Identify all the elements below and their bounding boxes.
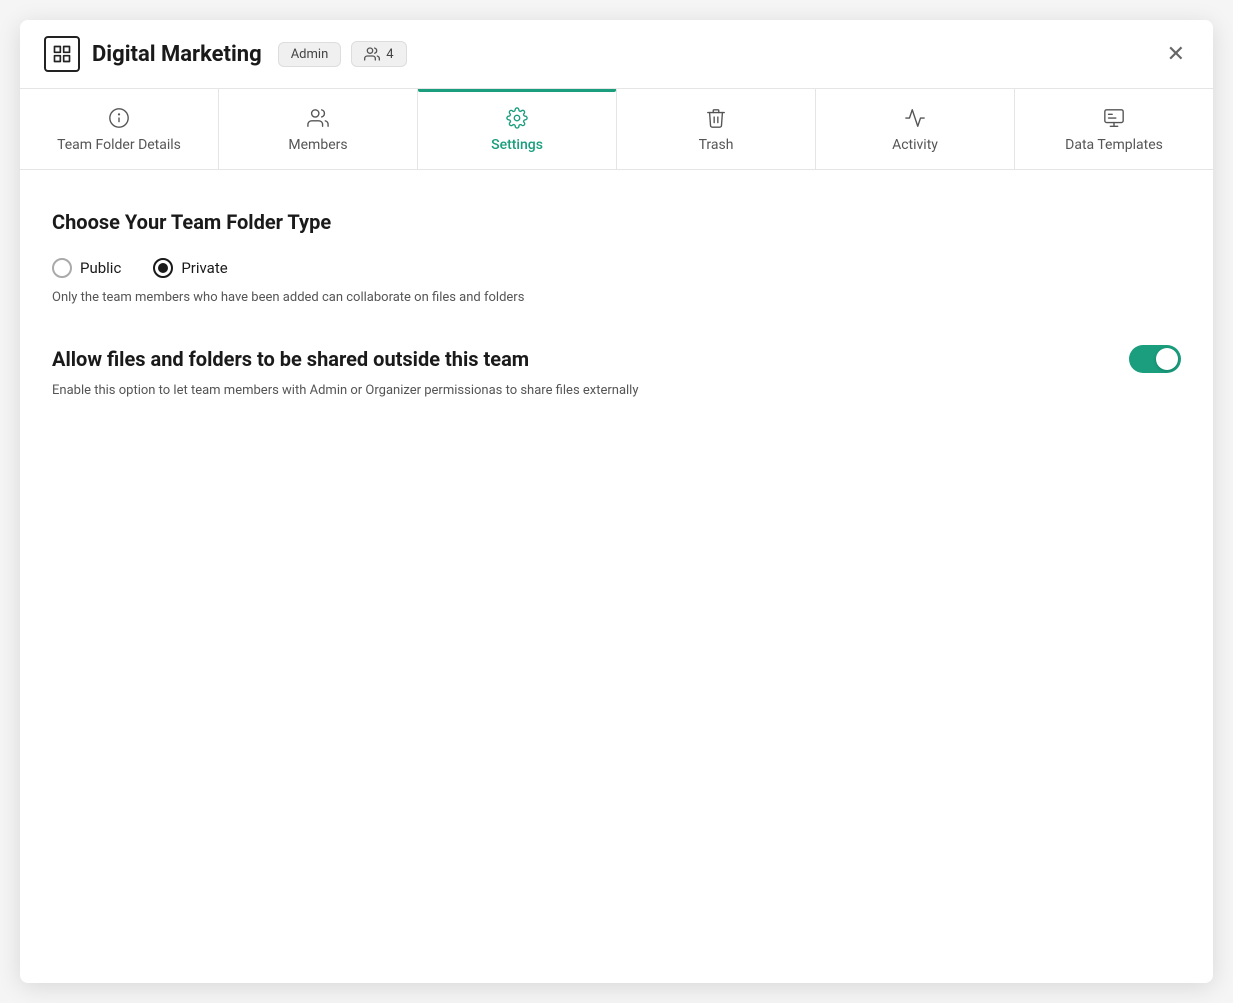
members-icon [364,46,380,62]
sharing-desc: Enable this option to let team members w… [52,383,1181,398]
tab-members-label: Members [288,137,347,153]
modal: Digital Marketing Admin 4 ✕ Team Folder … [20,20,1213,983]
tab-activity[interactable]: Activity [816,89,1015,169]
radio-public-label: Public [80,259,121,277]
tab-team-folder-details-label: Team Folder Details [57,137,181,153]
folder-type-desc: Only the team members who have been adde… [52,290,1181,305]
tab-data-templates-label: Data Templates [1065,137,1163,153]
sharing-title: Allow files and folders to be shared out… [52,347,529,371]
settings-icon [506,107,528,129]
radio-private-dot [158,263,168,273]
sharing-section: Allow files and folders to be shared out… [52,345,1181,398]
tab-settings-label: Settings [491,137,543,153]
users-icon [307,107,329,129]
tab-members[interactable]: Members [219,89,418,169]
activity-icon [904,107,926,129]
sharing-toggle[interactable] [1129,345,1181,373]
radio-private-label: Private [181,259,227,277]
tab-settings[interactable]: Settings [418,89,617,169]
folder-type-title: Choose Your Team Folder Type [52,210,1181,234]
folder-name: Digital Marketing [92,42,262,67]
radio-group: Public Private [52,258,1181,278]
close-button[interactable]: ✕ [1163,39,1189,69]
modal-header: Digital Marketing Admin 4 ✕ [20,20,1213,89]
tab-data-templates[interactable]: Data Templates [1015,89,1213,169]
tab-trash-label: Trash [699,137,734,153]
app-logo [44,36,80,72]
tab-team-folder-details[interactable]: Team Folder Details [20,89,219,169]
tab-activity-label: Activity [892,137,938,153]
members-badge: 4 [351,41,406,67]
radio-private-circle [153,258,173,278]
admin-badge: Admin [278,42,342,67]
sharing-toggle-row: Allow files and folders to be shared out… [52,345,1181,373]
radio-public-circle [52,258,72,278]
tabs-container: Team Folder Details Members Settings [20,89,1213,170]
data-templates-icon [1103,107,1125,129]
settings-content: Choose Your Team Folder Type Public Priv… [20,170,1213,438]
members-count: 4 [386,47,393,62]
trash-icon [705,107,727,129]
radio-public[interactable]: Public [52,258,121,278]
info-icon [108,107,130,129]
radio-private[interactable]: Private [153,258,227,278]
tab-trash[interactable]: Trash [617,89,816,169]
folder-type-section: Choose Your Team Folder Type Public Priv… [52,210,1181,305]
